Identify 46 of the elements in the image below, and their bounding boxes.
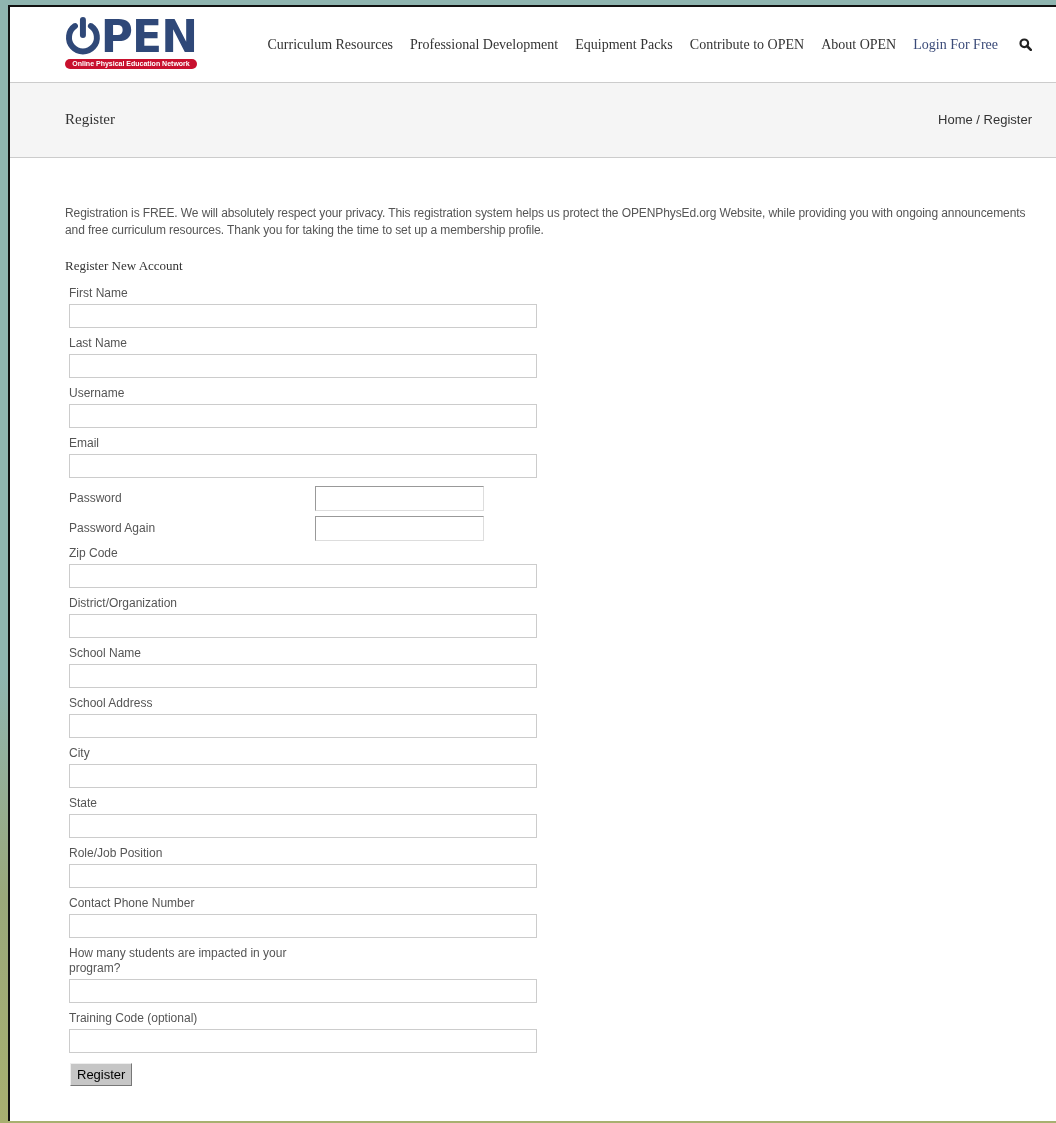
input-field[interactable] (69, 664, 537, 688)
login-link[interactable]: Login For Free (913, 36, 998, 53)
nav-link[interactable]: Contribute to OPEN (689, 36, 805, 53)
field-label: City (69, 746, 91, 761)
nav-link[interactable]: Equipment Packs (575, 36, 673, 53)
field-label: District/Organization (69, 596, 179, 611)
input-field[interactable] (315, 486, 484, 511)
input-field[interactable] (69, 1029, 537, 1053)
field-label: School Address (69, 696, 154, 711)
breadcrumb: Home / Register (938, 111, 1032, 127)
input-field[interactable] (69, 304, 537, 328)
field-label: Password Again (69, 521, 157, 536)
intro-text: Registration is FREE. We will absolutely respect your privacy. This registration system helps us protect the OPENPhysEd.org Website, while providing you with ongoing announcements and free curriculum resources. Thank you for taking the time to set up a membership profile. (65, 205, 1027, 239)
field-label: Role/Job Position (69, 846, 164, 861)
nav-link[interactable]: About OPEN (821, 36, 897, 53)
form-title: Register New Account (65, 258, 184, 274)
input-field[interactable] (69, 979, 537, 1003)
power-icon (65, 17, 101, 57)
field-label: How many students are impacted in your program? (69, 946, 288, 976)
input-field[interactable] (69, 864, 537, 888)
input-field[interactable] (69, 814, 537, 838)
input-field[interactable] (315, 516, 484, 541)
field-label: Last Name (69, 336, 129, 351)
field-label: Zip Code (69, 546, 119, 561)
input-field[interactable] (69, 454, 537, 478)
logo-text[interactable]: PEN (100, 18, 197, 56)
field-label: Contact Phone Number (69, 896, 196, 911)
nav-link[interactable]: Curriculum Resources (267, 36, 394, 53)
input-field[interactable] (69, 764, 537, 788)
field-label: First Name (69, 286, 129, 301)
search-icon[interactable] (1019, 38, 1032, 51)
field-label: Password (69, 491, 123, 506)
field-label: Training Code (optional) (69, 1011, 199, 1026)
field-label: Email (69, 436, 100, 451)
input-field[interactable] (69, 714, 537, 738)
input-field[interactable] (69, 404, 537, 428)
nav-link[interactable]: Professional Development (410, 36, 559, 53)
field-label: School Name (69, 646, 143, 661)
field-label: State (69, 796, 99, 811)
input-field[interactable] (69, 614, 537, 638)
input-field[interactable] (69, 354, 537, 378)
page-title: Register (65, 110, 115, 128)
input-field[interactable] (69, 564, 537, 588)
register-button[interactable]: Register (70, 1063, 133, 1086)
input-field[interactable] (69, 914, 537, 938)
field-label: Username (69, 386, 126, 401)
